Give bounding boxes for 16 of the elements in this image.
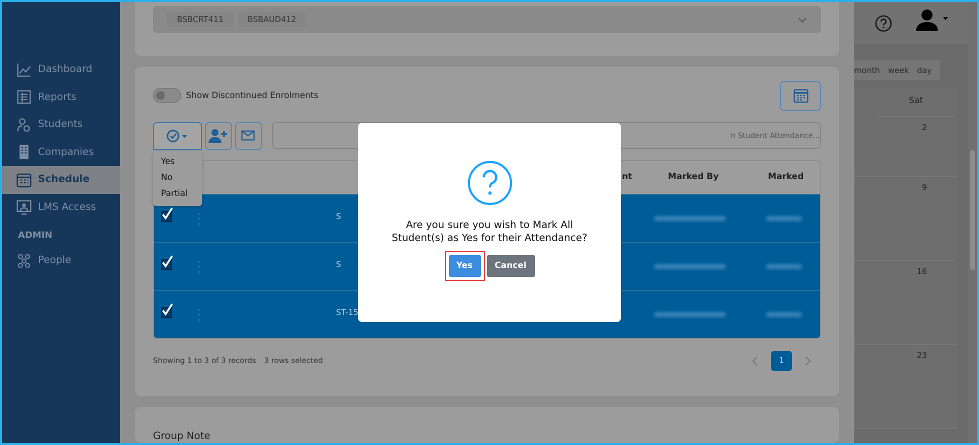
table-cell: ST-15 (336, 308, 358, 317)
day-number: 2 (922, 123, 927, 132)
toggle-label: Show Discontinued Enrolments (186, 90, 318, 101)
table-cell: S (336, 212, 342, 221)
unit-tag: BSBCRT411 (167, 12, 234, 27)
day-number: 23 (916, 351, 927, 360)
table-cell: S (336, 260, 342, 269)
column-header: Marked (768, 172, 804, 182)
day-number: 16 (916, 267, 927, 276)
section-heading: ADMIN (17, 230, 54, 243)
weekday-header: Sat (875, 96, 957, 117)
day-number: 9 (922, 183, 927, 192)
column-header: nt (622, 172, 632, 182)
card-title: Group Note (153, 431, 210, 442)
unit-tag: BSBAUD412 (238, 12, 306, 27)
column-header: Marked By (668, 172, 719, 182)
